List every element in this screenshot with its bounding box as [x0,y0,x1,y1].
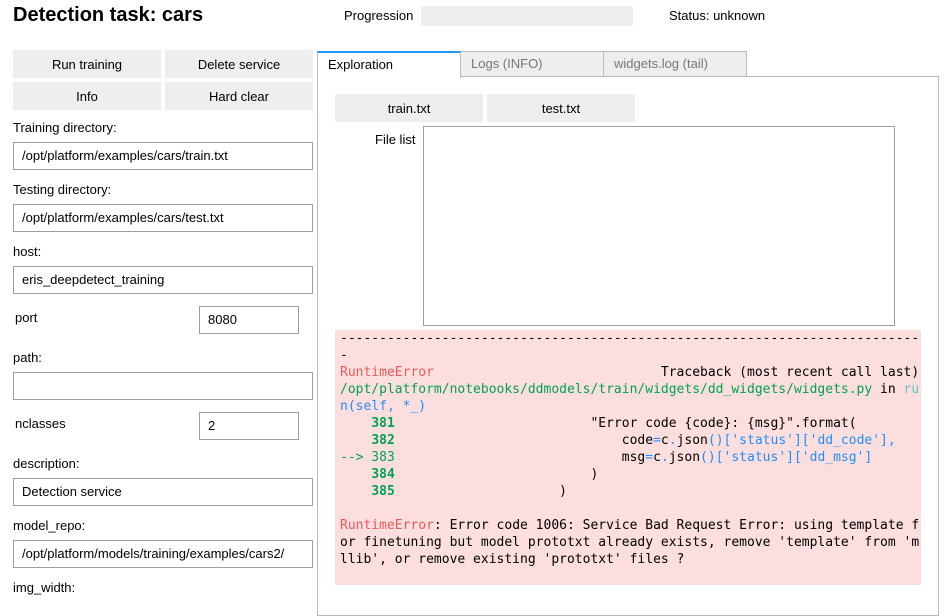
traceback-segment: 385 [371,484,395,499]
traceback-output: ----------------------------------------… [335,330,921,585]
delete-service-button[interactable]: Delete service [165,50,313,78]
traceback-segment: code [394,433,654,448]
traceback-line: /opt/platform/notebooks/ddmodels/train/w… [340,381,921,415]
path-input[interactable] [13,372,313,400]
test-txt-button[interactable]: test.txt [487,94,635,122]
hard-clear-button[interactable]: Hard clear [165,82,313,110]
traceback-segment: in [872,382,904,397]
tab-exploration[interactable]: Exploration [317,51,461,78]
port-label: port [15,310,38,325]
traceback-segment: ) [394,467,599,482]
img-width-label: img_width: [13,580,76,595]
model-repo-input[interactable]: /opt/platform/models/training/examples/c… [13,540,313,568]
traceback-line: RuntimeError: Error code 1006: Service B… [340,517,921,568]
file-list-select[interactable] [423,126,895,326]
traceback-line: --> 383 msg=c.json()['status']['dd_msg'] [340,449,921,466]
traceback-line: 381 "Error code {code}: {msg}".format( [340,415,921,432]
port-input[interactable]: 8080 [199,306,299,334]
description-input[interactable]: Detection service [13,478,313,506]
traceback-line [340,500,921,517]
traceback-segment: c [653,450,661,465]
traceback-segment: /opt/platform/notebooks/ddmodels/train/w… [340,382,873,397]
traceback-segment: = [645,450,654,465]
traceback-segment: msg [394,450,646,465]
traceback-segment: ----------------------------------------… [340,331,920,363]
traceback-segment [340,467,371,482]
traceback-segment: RuntimeError [340,518,434,533]
traceback-segment: 384 [371,467,395,482]
file-list-label: File list [375,132,416,147]
path-label: path: [13,350,42,365]
run-training-button[interactable]: Run training [13,50,161,78]
traceback-segment: ()['status']['dd_msg'] [700,450,873,465]
traceback-line: 385 ) [340,483,921,500]
status-text: Status: unknown [669,8,766,23]
progress-label: Progression [344,8,414,23]
tab-widgets-log[interactable]: widgets.log (tail) [603,51,747,77]
progress-bar [421,6,633,26]
model-repo-label: model_repo: [13,518,86,533]
page-title: Detection task: cars [13,4,204,26]
tab-logs-info[interactable]: Logs (INFO) [460,51,604,77]
traceback-segment [340,484,371,499]
traceback-segment [340,416,371,431]
traceback-line: 384 ) [340,466,921,483]
traceback-segment [340,433,371,448]
nclasses-input[interactable]: 2 [199,412,299,440]
traceback-line: RuntimeError Traceback (most recent call… [340,364,921,381]
testing-dir-input[interactable]: /opt/platform/examples/cars/test.txt [13,204,313,232]
traceback-segment: "Error code {code}: {msg}".format( [394,416,857,431]
host-input[interactable]: eris_deepdetect_training [13,266,313,294]
traceback-segment: 381 [371,416,395,431]
traceback-segment: = [653,433,661,448]
traceback-segment: n(self, *_) [340,399,427,414]
traceback-segment: 382 [371,433,395,448]
info-button[interactable]: Info [13,82,161,110]
host-label: host: [13,244,42,259]
traceback-segment: ) [394,484,567,499]
testing-dir-label: Testing directory: [13,182,112,197]
traceback-segment: . [668,433,677,448]
traceback-segment: ru [903,382,920,397]
nclasses-label: nclasses [15,416,66,431]
traceback-segment: RuntimeError [340,365,434,380]
traceback-segment: json [668,450,701,465]
traceback-line: ----------------------------------------… [340,330,921,364]
traceback-line: 382 code=c.json()['status']['dd_code'], [340,432,921,449]
training-dir-label: Training directory: [13,120,117,135]
traceback-segment: c [660,433,669,448]
traceback-segment: --> 383 [340,450,395,465]
description-label: description: [13,456,80,471]
train-txt-button[interactable]: train.txt [335,94,483,122]
traceback-segment: Traceback (most recent call last) [433,365,920,380]
traceback-segment: json [676,433,708,448]
traceback-segment: ()['status']['dd_code'], [707,433,896,448]
traceback-segment: . [660,450,669,465]
training-dir-input[interactable]: /opt/platform/examples/cars/train.txt [13,142,313,170]
